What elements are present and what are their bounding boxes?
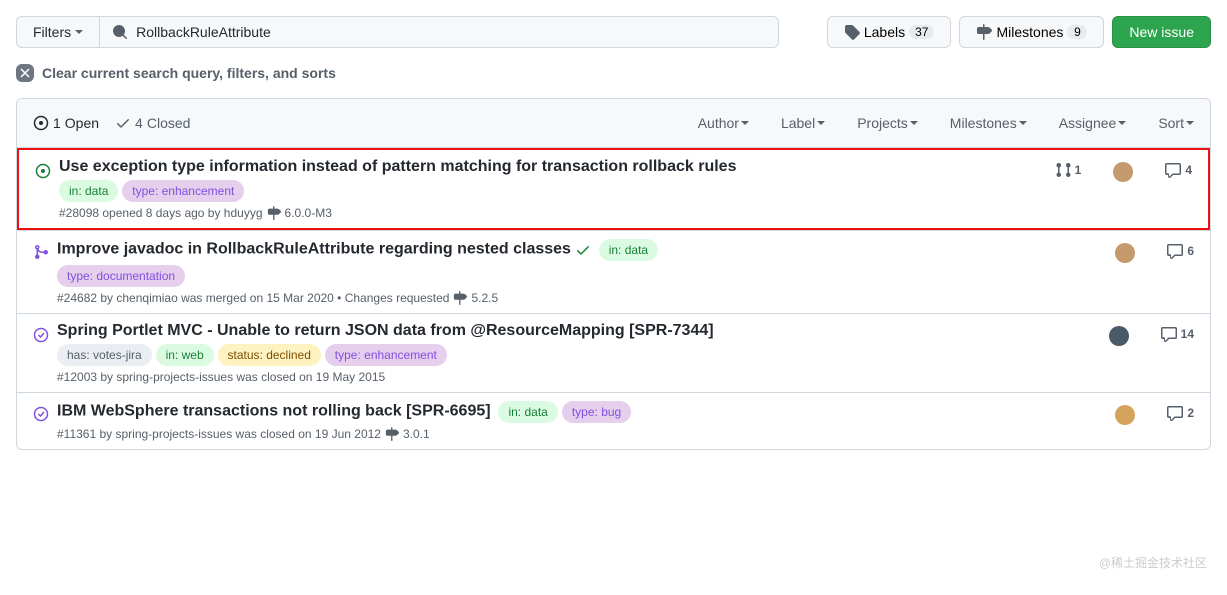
- issue-row: Use exception type information instead o…: [17, 148, 1210, 230]
- assignee-avatar[interactable]: [1109, 326, 1129, 346]
- milestones-count: 9: [1067, 25, 1087, 39]
- label[interactable]: has: votes-jira: [57, 344, 152, 366]
- milestone-icon: [453, 291, 467, 305]
- milestones-button[interactable]: Milestones 9: [959, 16, 1104, 48]
- caret-down-icon: [910, 121, 918, 125]
- issue-row: Spring Portlet MVC - Unable to return JS…: [17, 313, 1210, 392]
- open-tab[interactable]: 1 Open: [33, 115, 99, 131]
- issue-meta: #11361 by spring-projects-issues was clo…: [57, 427, 1059, 441]
- milestone-link[interactable]: 6.0.0-M3: [285, 206, 332, 220]
- comment-icon: [1167, 405, 1183, 421]
- closed-count: 4: [135, 115, 143, 131]
- filter-milestones[interactable]: Milestones: [950, 115, 1027, 131]
- status-icon: [33, 239, 57, 305]
- status-icon: [33, 401, 57, 441]
- milestone-link[interactable]: 3.0.1: [403, 427, 430, 441]
- search-input[interactable]: [136, 24, 766, 40]
- caret-down-icon: [741, 121, 749, 125]
- new-issue-button[interactable]: New issue: [1112, 16, 1211, 48]
- assignee-avatar[interactable]: [1115, 243, 1135, 263]
- milestone-icon: [267, 206, 281, 220]
- clear-search-link[interactable]: Clear current search query, filters, and…: [16, 64, 1211, 82]
- milestone-icon: [385, 427, 399, 441]
- tag-icon: [844, 24, 860, 40]
- closed-tab[interactable]: 4 Closed: [115, 115, 190, 131]
- filter-author[interactable]: Author: [698, 115, 749, 131]
- issue-open-icon: [33, 115, 49, 131]
- watermark: @稀土掘金技术社区: [1099, 554, 1207, 571]
- issue-title-link[interactable]: Spring Portlet MVC - Unable to return JS…: [57, 322, 714, 339]
- label[interactable]: type: documentation: [57, 265, 185, 287]
- status-icon: [35, 158, 59, 220]
- comments-link[interactable]: 2: [1167, 405, 1194, 421]
- filter-assignee[interactable]: Assignee: [1059, 115, 1127, 131]
- comments-link[interactable]: 14: [1161, 326, 1194, 342]
- check-icon: [575, 242, 591, 258]
- label[interactable]: type: bug: [562, 401, 631, 423]
- status-icon: [33, 322, 57, 384]
- issue-meta: #28098 opened 8 days ago by hduyyg 6.0.0…: [59, 206, 1055, 220]
- issue-title-link[interactable]: Improve javadoc in RollbackRuleAttribute…: [57, 241, 571, 258]
- label[interactable]: in: data: [498, 401, 557, 423]
- comments-link[interactable]: 4: [1165, 162, 1192, 178]
- caret-down-icon: [75, 30, 83, 34]
- caret-down-icon: [1019, 121, 1027, 125]
- labels-label: Labels: [864, 24, 905, 40]
- label[interactable]: in: web: [156, 344, 214, 366]
- closed-label: Closed: [147, 115, 191, 131]
- new-issue-label: New issue: [1129, 24, 1194, 40]
- label[interactable]: type: enhancement: [122, 180, 244, 202]
- search-icon: [112, 24, 128, 40]
- comment-icon: [1167, 243, 1183, 259]
- filter-label[interactable]: Label: [781, 115, 825, 131]
- issues-list: 1 Open 4 Closed Author Label Projects Mi…: [16, 98, 1211, 450]
- close-icon: [16, 64, 34, 82]
- issue-meta: #12003 by spring-projects-issues was clo…: [57, 370, 1053, 384]
- issue-title-link[interactable]: Use exception type information instead o…: [59, 158, 736, 175]
- label[interactable]: in: data: [59, 180, 118, 202]
- caret-down-icon: [1186, 121, 1194, 125]
- label[interactable]: in: data: [599, 239, 658, 261]
- filters-button[interactable]: Filters: [16, 16, 99, 48]
- clear-label: Clear current search query, filters, and…: [42, 65, 336, 81]
- search-box[interactable]: [99, 16, 779, 48]
- assignee-avatar[interactable]: [1115, 405, 1135, 425]
- issue-title-link[interactable]: IBM WebSphere transactions not rolling b…: [57, 403, 491, 420]
- comment-icon: [1161, 326, 1177, 342]
- label[interactable]: type: enhancement: [325, 344, 447, 366]
- issue-row: IBM WebSphere transactions not rolling b…: [17, 392, 1210, 449]
- comment-icon: [1165, 162, 1181, 178]
- milestone-icon: [976, 24, 992, 40]
- milestone-link[interactable]: 5.2.5: [471, 291, 498, 305]
- check-icon: [115, 115, 131, 131]
- open-count: 1: [53, 115, 61, 131]
- filter-sort[interactable]: Sort: [1158, 115, 1194, 131]
- filters-label: Filters: [33, 24, 71, 40]
- issue-row: Improve javadoc in RollbackRuleAttribute…: [17, 230, 1210, 313]
- filter-projects[interactable]: Projects: [857, 115, 918, 131]
- caret-down-icon: [1118, 121, 1126, 125]
- label[interactable]: status: declined: [218, 344, 321, 366]
- comments-link[interactable]: 6: [1167, 243, 1194, 259]
- labels-button[interactable]: Labels 37: [827, 16, 952, 48]
- open-label: Open: [65, 115, 99, 131]
- list-header: 1 Open 4 Closed Author Label Projects Mi…: [17, 99, 1210, 148]
- milestones-label: Milestones: [996, 24, 1063, 40]
- pr-icon: [1055, 162, 1071, 178]
- issue-meta: #24682 by chenqimiao was merged on 15 Ma…: [57, 291, 1059, 305]
- caret-down-icon: [817, 121, 825, 125]
- labels-count: 37: [909, 25, 934, 39]
- assignee-avatar[interactable]: [1113, 162, 1133, 182]
- pr-link[interactable]: 1: [1055, 162, 1082, 178]
